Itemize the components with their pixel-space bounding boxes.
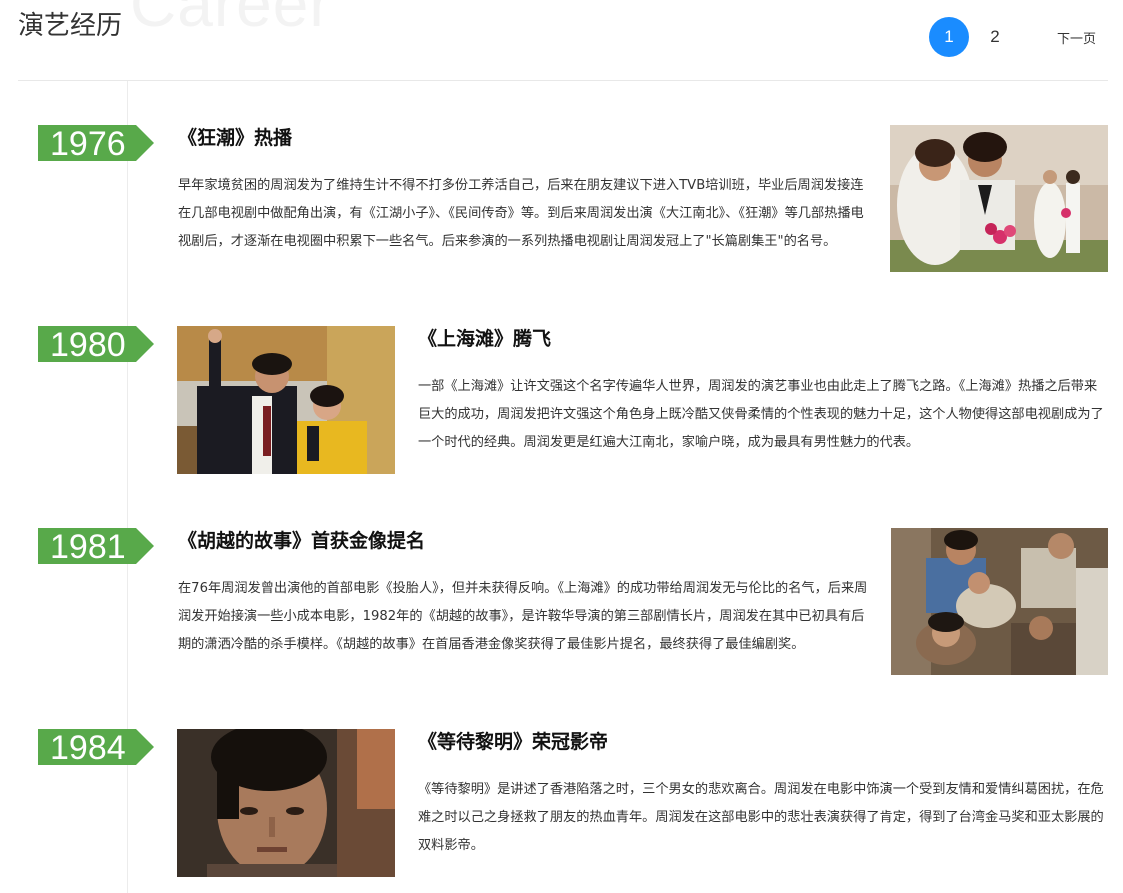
- shanghai-beach-photo: [177, 326, 395, 474]
- year-flag: 1981: [38, 528, 154, 566]
- timeline-entry: 1981 《胡越的故事》首获金像提名 在76年周润发曾出演他的首部电影《投胎人》…: [0, 528, 1123, 688]
- entry-description: 《等待黎明》是讲述了香港陷落之时，三个男女的悲欢离合。周润发在电影中饰演一个受到…: [418, 782, 1104, 853]
- timeline-entry: 1984 《等待黎明》荣冠影帝 《等待黎明》是讲述了香港陷落之时，三个男女的悲欢…: [0, 729, 1123, 893]
- portrait-photo: [177, 729, 395, 877]
- year-label: 1984: [50, 729, 126, 767]
- entry-title: 《胡越的故事》首获金像提名: [178, 530, 426, 552]
- entry-title: 《上海滩》腾飞: [418, 328, 552, 350]
- year-flag: 1984: [38, 729, 154, 767]
- pagination: 1 2 下一页: [923, 17, 1108, 57]
- page-2-button[interactable]: 2: [975, 17, 1015, 57]
- page-title: 演艺经历: [18, 11, 123, 41]
- year-flag: 1980: [38, 326, 154, 364]
- page-1-button[interactable]: 1: [928, 17, 969, 57]
- year-label: 1980: [50, 326, 126, 364]
- career-page: Career 演艺经历 1 2 下一页 1976 《狂潮》热播 早年家境贫困的周…: [0, 0, 1123, 893]
- year-label: 1976: [50, 125, 126, 163]
- entry-title: 《狂潮》热播: [178, 127, 293, 149]
- entry-description: 早年家境贫困的周润发为了维持生计不得不打多份工养活自己，后来在朋友建议下进入TV…: [178, 178, 864, 249]
- entry-title: 《等待黎明》荣冠影帝: [418, 731, 609, 753]
- wedding-photo: [890, 125, 1108, 272]
- page-header: Career 演艺经历 1 2 下一页: [18, 0, 1108, 81]
- timeline-entry: 1980 《上海滩》腾飞 一部《上海滩》让许文强这个名字传遍华人世界，周润发的演…: [0, 326, 1123, 486]
- next-page-button[interactable]: 下一页: [1045, 17, 1108, 57]
- header-background-word: Career: [130, 0, 332, 40]
- entry-description: 一部《上海滩》让许文强这个名字传遍华人世界，周润发的演艺事业也由此走上了腾飞之路…: [418, 379, 1104, 450]
- year-label: 1981: [50, 528, 126, 566]
- year-flag: 1976: [38, 125, 154, 163]
- entry-description: 在76年周润发曾出演他的首部电影《投胎人》，但并未获得反响。《上海滩》的成功带给…: [178, 581, 868, 652]
- boat-people-photo: [891, 528, 1108, 675]
- timeline-entry: 1976 《狂潮》热播 早年家境贫困的周润发为了维持生计不得不打多份工养活自己，…: [0, 125, 1123, 285]
